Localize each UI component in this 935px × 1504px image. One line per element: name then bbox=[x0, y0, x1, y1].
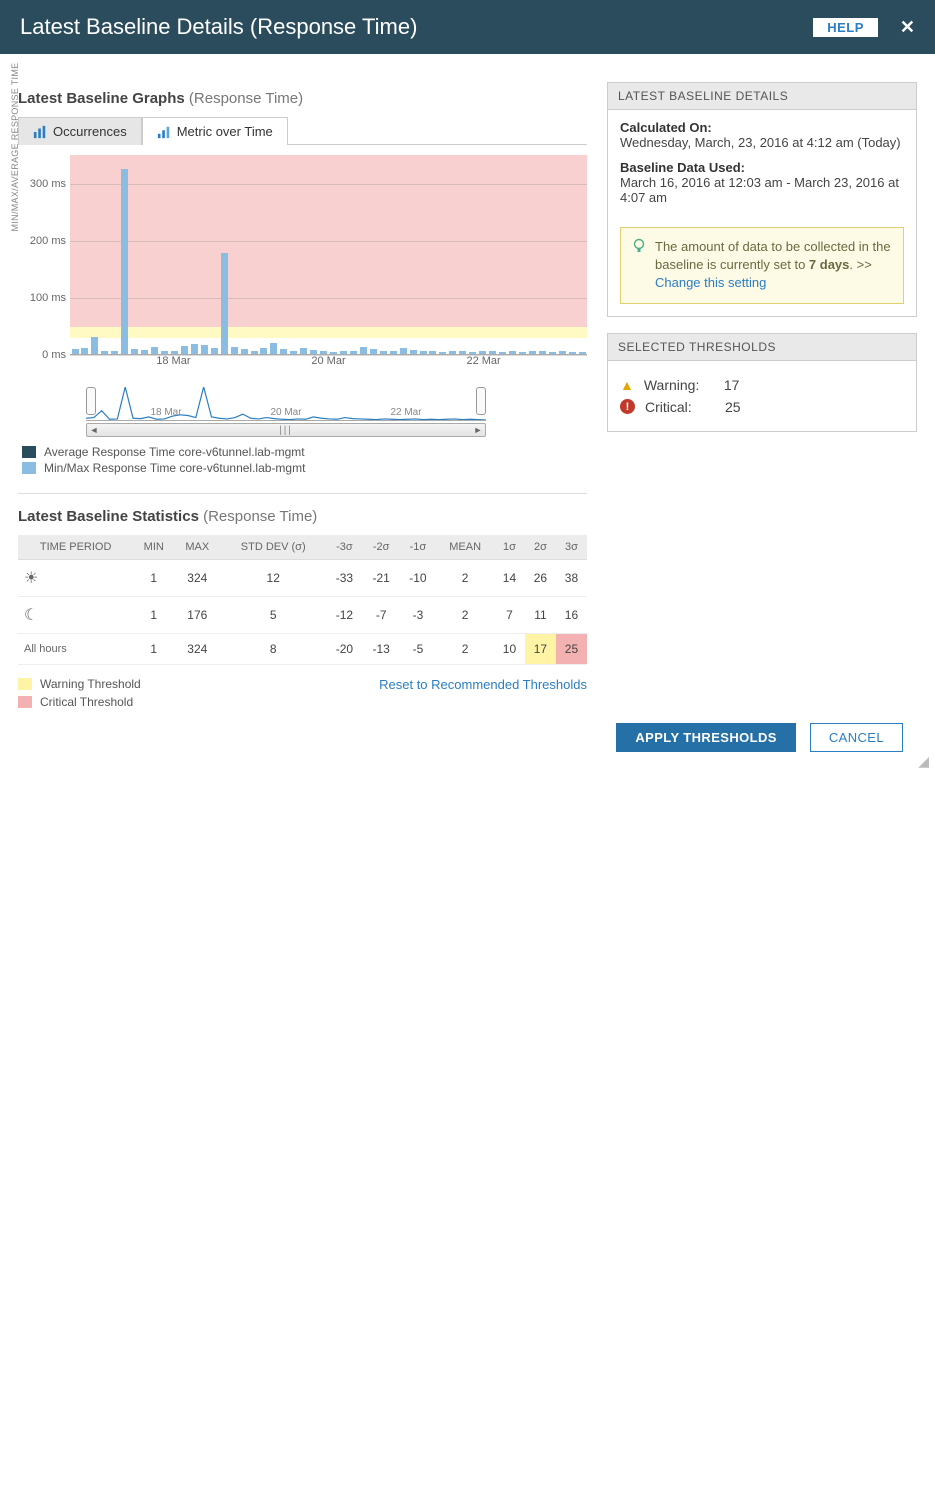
close-icon[interactable]: ✕ bbox=[900, 17, 915, 38]
scroll-left-icon[interactable]: ◄ bbox=[87, 425, 101, 435]
cancel-button[interactable]: CANCEL bbox=[810, 723, 903, 752]
baseline-range-value: March 16, 2016 at 12:03 am - March 23, 2… bbox=[620, 175, 904, 205]
selected-thresholds-panel: SELECTED THRESHOLDS ▲ Warning: 17 ! Crit… bbox=[607, 333, 917, 432]
critical-value: 25 bbox=[725, 399, 741, 415]
chart-icon bbox=[157, 125, 171, 139]
warning-value: 17 bbox=[724, 377, 740, 393]
dialog-title: Latest Baseline Details (Response Time) bbox=[20, 14, 417, 40]
tab-occurrences[interactable]: Occurrences bbox=[18, 117, 142, 145]
help-button[interactable]: HELP bbox=[813, 18, 878, 37]
graphs-title: Latest Baseline Graphs (Response Time) bbox=[18, 90, 587, 107]
tab-label: Occurrences bbox=[53, 124, 127, 139]
overview-chart[interactable]: 18 Mar 20 Mar 22 Mar ◄ ||| ► bbox=[86, 387, 486, 435]
panel-header: LATEST BASELINE DETAILS bbox=[608, 83, 916, 110]
scroll-right-icon[interactable]: ► bbox=[471, 425, 485, 435]
tab-label: Metric over Time bbox=[177, 124, 273, 139]
change-setting-link[interactable]: Change this setting bbox=[655, 275, 766, 290]
apply-thresholds-button[interactable]: APPLY THRESHOLDS bbox=[616, 723, 795, 752]
range-handle-right[interactable] bbox=[476, 387, 486, 415]
tab-metric-over-time[interactable]: Metric over Time bbox=[142, 117, 288, 145]
main-chart: MIN/MAX/AVERAGE RESPONSE TIME 0 ms100 ms… bbox=[18, 155, 587, 475]
lightbulb-icon bbox=[631, 238, 647, 254]
panel-header: SELECTED THRESHOLDS bbox=[608, 334, 916, 361]
baseline-details-panel: LATEST BASELINE DETAILS Calculated On: W… bbox=[607, 82, 917, 317]
resize-grip-icon[interactable]: ◢ bbox=[918, 753, 929, 770]
range-handle-left[interactable] bbox=[86, 387, 96, 415]
warn-swatch bbox=[18, 678, 32, 690]
dialog-header: Latest Baseline Details (Response Time) … bbox=[0, 0, 935, 54]
info-note: The amount of data to be collected in th… bbox=[620, 227, 904, 304]
warning-icon: ▲ bbox=[620, 377, 634, 393]
scroll-grip[interactable]: ||| bbox=[279, 425, 293, 436]
legend-swatch-avg bbox=[22, 446, 36, 458]
calculated-on-value: Wednesday, March, 23, 2016 at 4:12 am (T… bbox=[620, 135, 904, 150]
legend-swatch-minmax bbox=[22, 462, 36, 474]
critical-icon: ! bbox=[620, 399, 635, 414]
y-axis-label: MIN/MAX/AVERAGE RESPONSE TIME bbox=[10, 63, 20, 232]
graph-tabs: Occurrences Metric over Time bbox=[18, 117, 587, 145]
bar-chart-icon bbox=[33, 125, 47, 139]
chart-bars bbox=[70, 155, 587, 354]
overview-scrollbar[interactable]: ◄ ||| ► bbox=[86, 423, 486, 437]
crit-swatch bbox=[18, 696, 32, 708]
